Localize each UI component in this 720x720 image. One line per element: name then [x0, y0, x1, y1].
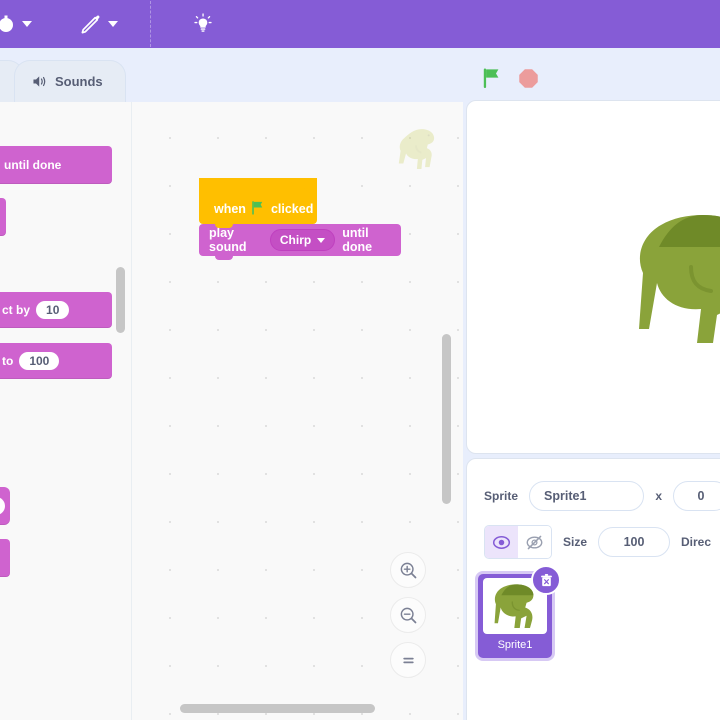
palette-block-0[interactable]: until done [0, 146, 112, 184]
palette-block-0-label: until done [4, 158, 62, 172]
green-flag-button[interactable] [482, 67, 504, 90]
sprite-info-panel: Sprite Sprite1 x 0 Size 100 Direc Sprite… [466, 458, 720, 720]
tab-sounds[interactable]: Sounds [14, 60, 126, 102]
chevron-down-icon [108, 21, 118, 27]
sound-dropdown-value: Chirp [279, 233, 312, 247]
palette-block-4[interactable] [0, 487, 10, 525]
palette-scrollbar[interactable] [116, 267, 125, 333]
size-input[interactable]: 100 [598, 527, 671, 557]
hat-prefix-label: when [214, 202, 246, 216]
sprite-list-item-sprite1[interactable]: Sprite1 [475, 565, 561, 661]
sprite-label: Sprite [484, 489, 519, 503]
tutorials-button[interactable] [180, 0, 226, 48]
palette-block-2-value[interactable]: 10 [36, 301, 70, 319]
menu-divider [150, 1, 152, 47]
globe-icon [0, 14, 16, 34]
chevron-down-icon [317, 237, 326, 243]
pencil-icon [80, 13, 102, 35]
sprite-tile-label: Sprite1 [497, 639, 533, 651]
hat-suffix-label: clicked [270, 202, 314, 216]
chevron-down-icon [22, 21, 32, 27]
sound-dropdown[interactable]: Chirp [269, 229, 336, 251]
language-menu[interactable] [0, 0, 42, 48]
palette-block-5[interactable] [0, 539, 10, 577]
script-stack[interactable]: when clicked play sound Chirp until done [199, 178, 401, 260]
stage[interactable] [466, 100, 720, 454]
edit-menu[interactable] [70, 0, 128, 48]
stage-control-bar [466, 56, 720, 100]
menu-bar [0, 0, 720, 48]
palette-block-3-value[interactable]: 100 [19, 352, 60, 370]
show-sprite-button[interactable] [485, 526, 518, 558]
tab-sounds-label: Sounds [55, 74, 103, 89]
direction-label: Direc [681, 535, 712, 549]
block-play-sound-until-done[interactable]: play sound Chirp until done [199, 224, 401, 260]
palette-block-1[interactable] [0, 198, 6, 236]
workspace-vertical-scrollbar[interactable] [442, 334, 451, 504]
scratch-editor: Sounds until done ct by 10 to 100 when c… [0, 0, 720, 720]
block-palette[interactable]: until done ct by 10 to 100 [0, 102, 132, 720]
delete-sprite-button[interactable] [531, 565, 561, 595]
cmd-notch [215, 255, 233, 260]
palette-block-3[interactable]: to 100 [0, 343, 112, 379]
green-flag-icon [251, 200, 266, 216]
zoom-reset-button[interactable] [390, 642, 426, 678]
x-position-input[interactable]: 0 [673, 481, 720, 511]
speaker-icon [31, 73, 48, 90]
x-label: x [655, 489, 662, 503]
zoom-out-button[interactable] [390, 597, 426, 633]
code-workspace[interactable]: when clicked play sound Chirp until done [132, 102, 463, 720]
cmd-prefix-label: play sound [209, 226, 247, 254]
workspace-horizontal-scrollbar[interactable] [180, 704, 375, 713]
sprite-visibility-row: Size 100 Direc [467, 525, 720, 559]
size-label: Size [563, 535, 588, 549]
palette-block-4-value[interactable] [0, 497, 5, 515]
visibility-toggle-group [484, 525, 552, 559]
palette-block-2-label: ct by [2, 303, 31, 317]
sprite-name-input[interactable]: Sprite1 [529, 481, 645, 511]
sprite-watermark [387, 120, 445, 183]
sprite-name-row: Sprite Sprite1 x 0 [467, 481, 720, 511]
stop-button[interactable] [518, 68, 539, 89]
block-when-flag-clicked[interactable]: when clicked [199, 178, 317, 228]
cmd-suffix-label: until done [342, 226, 373, 254]
palette-block-2[interactable]: ct by 10 [0, 292, 112, 328]
hat-notch [215, 223, 233, 228]
zoom-controls [390, 552, 426, 678]
palette-block-3-label: to [2, 354, 14, 368]
stage-sprite-dinosaur[interactable] [639, 211, 720, 351]
zoom-in-button[interactable] [390, 552, 426, 588]
hide-sprite-button[interactable] [518, 526, 551, 558]
lightbulb-icon [190, 11, 216, 37]
